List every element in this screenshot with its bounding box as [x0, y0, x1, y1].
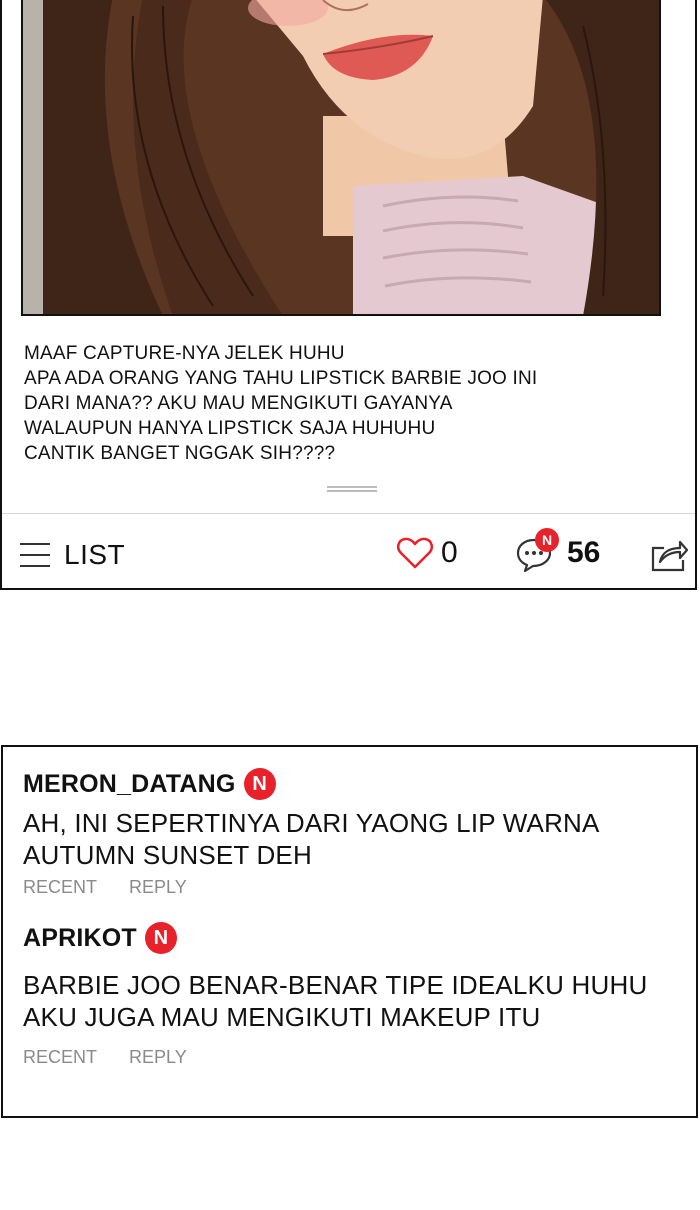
- recent-link[interactable]: RECENT: [23, 877, 97, 898]
- caption-line: APA ADA ORANG YANG TAHU LIPSTICK BARBIE …: [24, 368, 538, 389]
- heart-icon: [397, 537, 433, 569]
- share-button[interactable]: [650, 538, 689, 577]
- naver-badge: N: [243, 768, 276, 800]
- comment-count: 56: [567, 536, 601, 569]
- caption-line: WALAUPUN HANYA LIPSTICK SAJA HUHUHU: [24, 418, 436, 439]
- comment-username[interactable]: MERON_DATANG: [23, 770, 236, 799]
- comment-body: BARBIE JOO BENAR-BENAR TIPE IDEALKU HUHU…: [23, 969, 663, 1033]
- reply-link[interactable]: REPLY: [129, 877, 187, 898]
- comment-body: AH, INI SEPERTINYA DARI YAONG LIP WARNA …: [23, 807, 663, 871]
- comment-line: BARBIE JOO BENAR-BENAR TIPE IDEALKU HUHU: [23, 970, 648, 1000]
- reply-link[interactable]: REPLY: [129, 1047, 187, 1068]
- comments-card: MERON_DATANG N AH, INI SEPERTINYA DARI Y…: [1, 745, 698, 1118]
- share-icon: [651, 540, 689, 572]
- comment-item: MERON_DATANG N AH, INI SEPERTINYA DARI Y…: [23, 767, 663, 898]
- comment-line: AUTUMN SUNSET DEH: [23, 840, 312, 870]
- comment-item: APRIKOT N BARBIE JOO BENAR-BENAR TIPE ID…: [23, 921, 663, 1068]
- new-badge: N: [535, 528, 559, 552]
- caption-line: CANTIK BANGET NGGAK SIH????: [24, 443, 336, 464]
- list-button[interactable]: LIST: [20, 538, 125, 572]
- drag-handle[interactable]: [327, 486, 377, 492]
- naver-badge: N: [144, 922, 177, 954]
- action-bar: LIST 0 N 56: [2, 514, 695, 588]
- comment-meta: RECENT REPLY: [23, 877, 663, 898]
- comment-username[interactable]: APRIKOT: [23, 924, 137, 953]
- comment-line: AKU JUGA MAU MENGIKUTI MAKEUP ITU: [23, 1002, 541, 1032]
- comment-button[interactable]: N 56: [515, 528, 601, 573]
- like-count: 0: [441, 536, 458, 569]
- comment-line: AH, INI SEPERTINYA DARI YAONG LIP WARNA: [23, 808, 600, 838]
- post-caption: MAAF CAPTURE-NYA JELEK HUHU APA ADA ORAN…: [24, 341, 644, 466]
- comment-header: APRIKOT N: [23, 921, 663, 955]
- comment-meta: RECENT REPLY: [23, 1047, 663, 1068]
- hamburger-icon: [20, 543, 50, 567]
- post-photo[interactable]: [21, 0, 661, 316]
- list-label: LIST: [64, 539, 126, 570]
- recent-link[interactable]: RECENT: [23, 1047, 97, 1068]
- illustration-woman-portrait: [23, 0, 659, 314]
- like-button[interactable]: 0: [397, 536, 458, 570]
- post-card: MAAF CAPTURE-NYA JELEK HUHU APA ADA ORAN…: [0, 0, 697, 590]
- caption-line: DARI MANA?? AKU MAU MENGIKUTI GAYANYA: [24, 393, 453, 414]
- comment-header: MERON_DATANG N: [23, 767, 663, 801]
- caption-line: MAAF CAPTURE-NYA JELEK HUHU: [24, 343, 345, 364]
